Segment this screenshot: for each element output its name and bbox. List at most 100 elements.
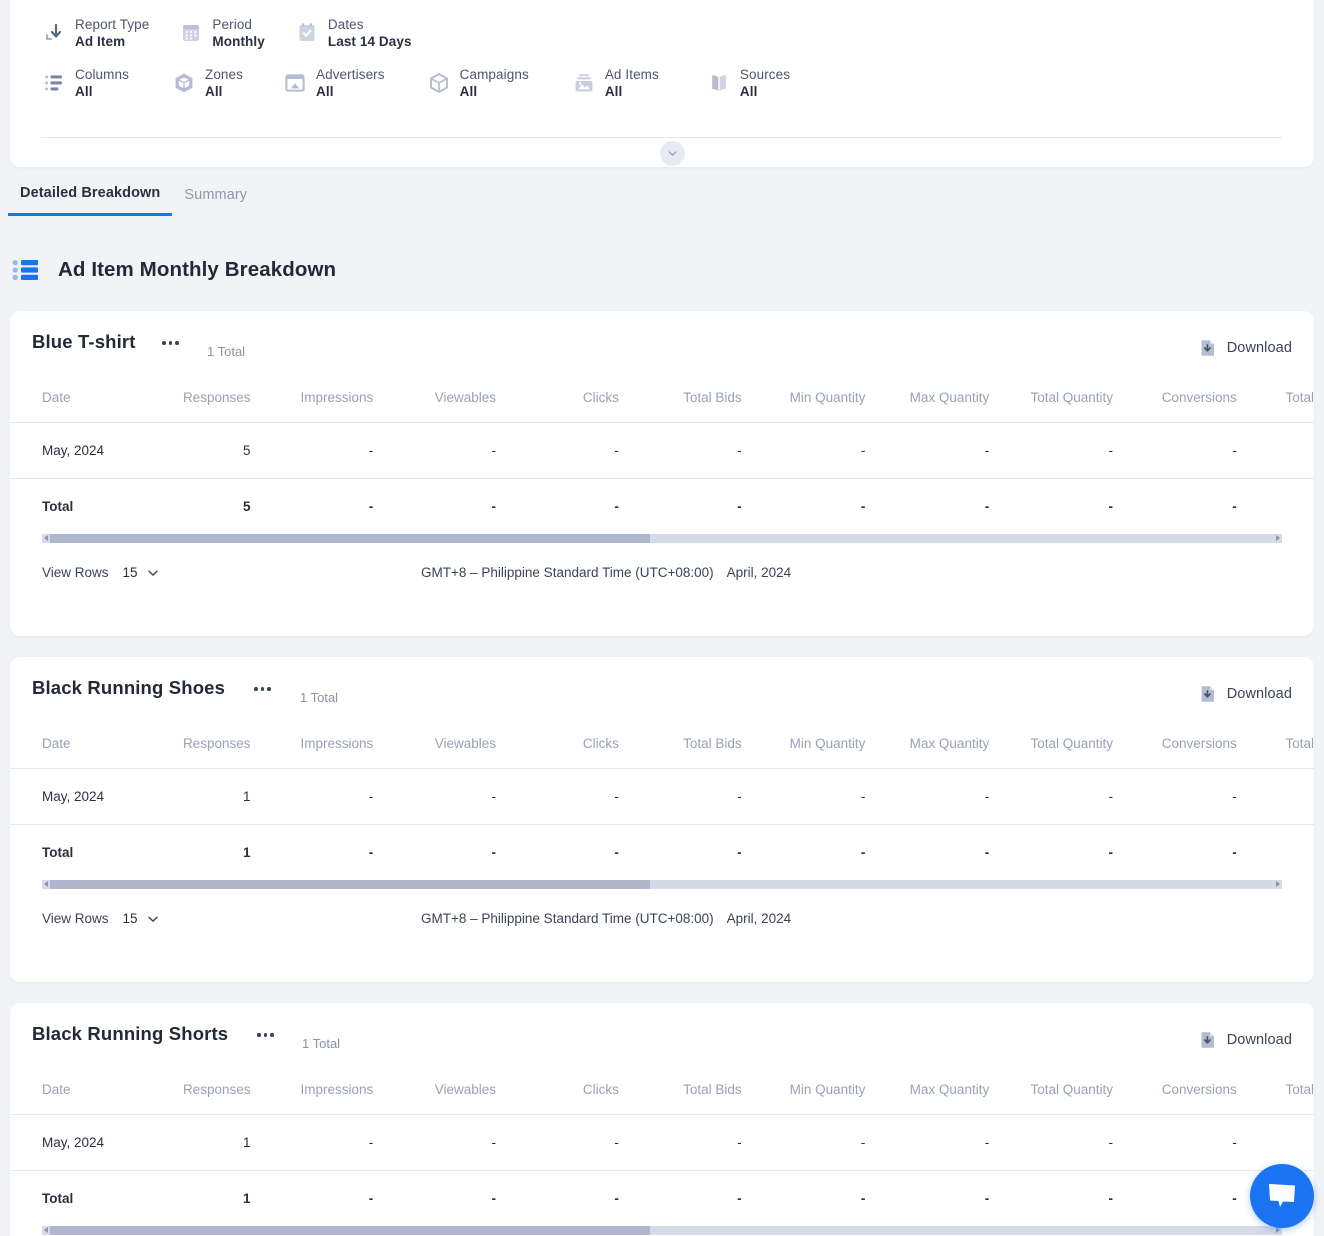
table-cell: - xyxy=(250,768,374,825)
table-total-cell: - xyxy=(1108,844,1114,860)
more-options-icon[interactable] xyxy=(257,1033,274,1037)
scrollbar-thumb[interactable] xyxy=(50,1226,650,1235)
cube-icon xyxy=(175,73,193,93)
column-header[interactable]: Total Bids xyxy=(618,386,742,423)
column-header[interactable]: Total xyxy=(1236,386,1314,423)
column-header[interactable]: Viewables xyxy=(373,732,497,769)
report-month: April, 2024 xyxy=(726,911,792,926)
tab-detailed-breakdown[interactable]: Detailed Breakdown xyxy=(8,185,172,216)
table-total-cell xyxy=(1237,478,1314,534)
filter-bar: Report Type Ad Item Period Monthly Dates… xyxy=(10,0,1314,167)
scrollbar-thumb[interactable] xyxy=(50,534,650,543)
horizontal-scrollbar[interactable] xyxy=(42,880,1282,889)
report-card: Black Running Shoes 1 Total Download Date Re… xyxy=(10,657,1314,982)
column-header[interactable]: Conversions xyxy=(1113,1078,1237,1115)
more-options-icon[interactable] xyxy=(254,687,271,691)
column-header[interactable]: Total xyxy=(1236,1078,1314,1115)
table-cell: - xyxy=(250,422,374,479)
filter-campaigns[interactable]: Campaigns All xyxy=(427,68,529,98)
table-cell: - xyxy=(1113,1114,1237,1171)
scroll-right-arrow-icon[interactable] xyxy=(1276,535,1280,541)
download-button[interactable]: Download xyxy=(1199,685,1292,703)
table-cell: 1 xyxy=(127,768,251,825)
column-header[interactable]: Clicks xyxy=(496,386,619,423)
scroll-left-arrow-icon[interactable] xyxy=(44,881,48,887)
table-total-cell: 1 xyxy=(242,1190,251,1206)
column-header[interactable]: Min Quantity xyxy=(741,386,866,423)
table-total-cell: - xyxy=(491,1190,497,1206)
column-header[interactable]: Responses xyxy=(127,386,251,423)
scroll-left-arrow-icon[interactable] xyxy=(44,1227,48,1233)
card-title: Black Running Shoes xyxy=(32,677,226,698)
column-header[interactable]: Clicks xyxy=(496,1078,619,1115)
filter-dates[interactable]: Dates Last 14 Days xyxy=(295,18,412,48)
filter-value: All xyxy=(604,83,623,99)
column-header[interactable]: Max Quantity xyxy=(865,732,990,769)
column-header[interactable]: Conversions xyxy=(1113,732,1237,769)
column-header[interactable]: Total Quantity xyxy=(989,386,1113,423)
scroll-left-arrow-icon[interactable] xyxy=(44,535,48,541)
column-header[interactable]: Impressions xyxy=(250,1078,374,1115)
table-cell: - xyxy=(989,768,1113,825)
chevron-down-icon xyxy=(147,916,158,922)
more-options-icon[interactable] xyxy=(162,341,179,345)
column-header[interactable]: Min Quantity xyxy=(741,1078,866,1115)
download-button[interactable]: Download xyxy=(1199,1031,1292,1049)
chat-button[interactable] xyxy=(1250,1164,1314,1228)
breakdown-table: Date Responses Impressions Viewables Clicks T… xyxy=(10,732,1314,880)
column-header[interactable]: Min Quantity xyxy=(741,732,866,769)
scroll-right-arrow-icon[interactable] xyxy=(1276,881,1280,887)
table-cell: - xyxy=(618,1114,742,1171)
column-header[interactable]: Total xyxy=(1236,732,1314,769)
view-rows-selector[interactable]: View Rows 15 xyxy=(42,911,160,926)
column-header[interactable]: Impressions xyxy=(250,386,374,423)
table-total-cell: - xyxy=(737,498,742,514)
view-rows-selector[interactable]: View Rows 15 xyxy=(42,565,160,580)
column-header[interactable]: Max Quantity xyxy=(865,1078,990,1115)
table-cell: - xyxy=(618,422,742,479)
table-cell: - xyxy=(373,1114,497,1171)
filter-columns[interactable]: Columns All xyxy=(42,68,129,98)
column-header[interactable]: Viewables xyxy=(373,386,497,423)
horizontal-scrollbar[interactable] xyxy=(42,1226,1282,1235)
column-header[interactable]: Viewables xyxy=(373,1078,497,1115)
column-header[interactable]: Clicks xyxy=(496,732,619,769)
column-header[interactable]: Impressions xyxy=(250,732,374,769)
download-button[interactable]: Download xyxy=(1199,339,1292,357)
column-header[interactable]: Total Quantity xyxy=(989,1078,1113,1115)
column-header[interactable]: Conversions xyxy=(1113,386,1237,423)
column-header[interactable]: Total Bids xyxy=(618,1078,742,1115)
download-label: Download xyxy=(1226,1032,1292,1048)
tab-summary[interactable]: Summary xyxy=(172,187,259,216)
column-header[interactable]: Date xyxy=(10,732,128,769)
column-header[interactable]: Date xyxy=(10,386,128,423)
filter-ad-items[interactable]: Ad Items All xyxy=(572,68,659,98)
column-header[interactable]: Max Quantity xyxy=(865,386,990,423)
page-title: Ad Item Monthly Breakdown xyxy=(12,258,336,282)
table-total-cell: Total xyxy=(42,498,74,514)
campaign-icon xyxy=(429,73,448,93)
filter-report-type[interactable]: Report Type Ad Item xyxy=(42,18,149,48)
column-header[interactable]: Total Bids xyxy=(618,732,742,769)
filter-value: All xyxy=(204,83,223,99)
table-cell: - xyxy=(865,768,990,825)
table-total-cell: - xyxy=(984,1190,990,1206)
column-header[interactable]: Date xyxy=(10,1078,128,1115)
horizontal-scrollbar[interactable] xyxy=(42,534,1282,543)
table-total-cell: - xyxy=(1232,1190,1237,1206)
filter-row-primary: Report Type Ad Item Period Monthly Dates… xyxy=(42,18,442,48)
column-header[interactable]: Total Quantity xyxy=(989,732,1113,769)
scrollbar-thumb[interactable] xyxy=(50,880,650,889)
filter-sources[interactable]: Sources All xyxy=(707,68,790,98)
card-footer: View Rows 15 GMT+8 – Philippine Standard T… xyxy=(10,543,1314,607)
filter-advertisers[interactable]: Advertisers All xyxy=(283,68,385,98)
filter-collapse-button[interactable] xyxy=(660,141,685,166)
filter-label: Zones xyxy=(204,67,243,82)
filter-period[interactable]: Period Monthly xyxy=(179,18,265,48)
column-header[interactable]: Responses xyxy=(127,1078,251,1115)
table-total-cell: - xyxy=(984,844,990,860)
download-icon xyxy=(1201,340,1214,356)
filter-zones[interactable]: Zones All xyxy=(172,68,243,98)
column-header[interactable]: Responses xyxy=(127,732,251,769)
card-header: Black Running Shoes 1 Total Download xyxy=(10,657,1314,732)
